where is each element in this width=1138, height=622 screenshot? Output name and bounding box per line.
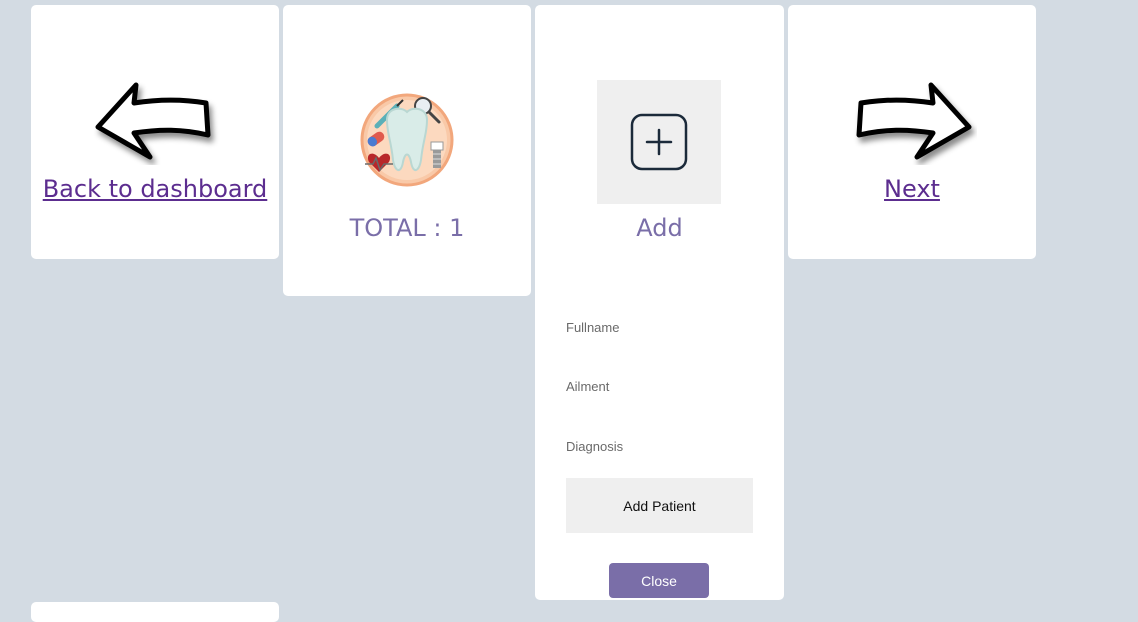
fullname-field[interactable] — [566, 315, 753, 339]
ailment-field[interactable] — [566, 374, 753, 398]
close-button[interactable]: Close — [609, 563, 709, 598]
arrow-left-icon[interactable] — [90, 75, 220, 165]
tooth-icon — [357, 90, 457, 190]
total-card: TOTAL : 1 — [283, 5, 531, 296]
add-patient-button[interactable]: Add Patient — [566, 478, 753, 533]
next-link[interactable]: Next — [788, 175, 1036, 203]
arrow-right-icon[interactable] — [847, 75, 977, 165]
add-title: Add — [636, 214, 683, 242]
total-count-label: TOTAL : 1 — [349, 214, 465, 242]
plus-square-icon — [630, 113, 688, 171]
add-patient-card: Add Add Patient Close — [535, 5, 784, 600]
back-to-dashboard-link[interactable]: Back to dashboard — [31, 175, 279, 203]
diagnosis-field[interactable] — [566, 434, 753, 458]
add-tile[interactable] — [597, 80, 721, 204]
partial-card — [31, 602, 279, 622]
back-card: Back to dashboard — [31, 5, 279, 259]
next-card: Next — [788, 5, 1036, 259]
